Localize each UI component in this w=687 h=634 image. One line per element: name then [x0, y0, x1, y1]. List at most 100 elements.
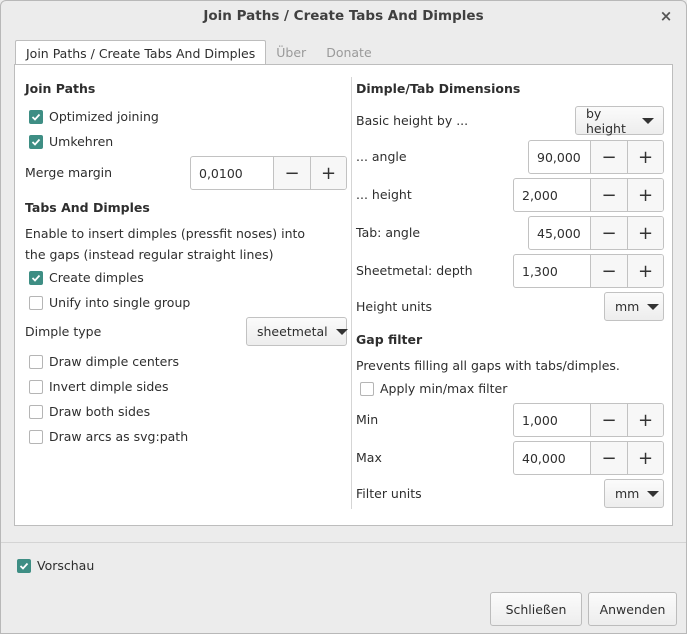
- tab-donate[interactable]: Donate: [316, 40, 381, 65]
- gap-filter-description: Prevents filling all gaps with tabs/dimp…: [356, 358, 620, 373]
- chevron-down-icon: [647, 303, 660, 310]
- tab-bar: Join Paths / Create Tabs And Dimples Übe…: [15, 40, 382, 66]
- merge-margin-input[interactable]: 0,0100: [191, 157, 274, 189]
- checkbox-unchecked-icon: [29, 295, 43, 310]
- draw-both-checkbox[interactable]: Draw both sides: [29, 404, 150, 419]
- height-spinner: 2,000 − +: [513, 178, 664, 212]
- unify-group-label: Unify into single group: [49, 295, 191, 310]
- filter-units-value: mm: [615, 486, 640, 501]
- dimple-type-dropdown[interactable]: sheetmetal: [246, 317, 348, 346]
- join-paths-heading: Join Paths: [25, 81, 96, 96]
- invert-sides-checkbox[interactable]: Invert dimple sides: [29, 379, 169, 394]
- umkehren-checkbox[interactable]: Umkehren: [29, 134, 113, 149]
- tab-angle-input[interactable]: 45,000: [529, 217, 591, 249]
- max-label: Max: [356, 450, 382, 465]
- basic-height-label: Basic height by ...: [356, 113, 469, 128]
- tabs-dimples-heading: Tabs And Dimples: [25, 200, 150, 215]
- min-label: Min: [356, 412, 379, 427]
- height-label: ... height: [356, 187, 412, 202]
- invert-sides-label: Invert dimple sides: [49, 379, 169, 394]
- apply-button[interactable]: Anwenden: [588, 592, 677, 626]
- tab-angle-label: Tab: angle: [356, 225, 421, 240]
- increment-button[interactable]: +: [627, 179, 663, 211]
- optimized-joining-label: Optimized joining: [49, 109, 159, 124]
- draw-arcs-checkbox[interactable]: Draw arcs as svg:path: [29, 429, 188, 444]
- increment-button[interactable]: +: [627, 255, 663, 287]
- sheetmetal-depth-label: Sheetmetal: depth: [356, 263, 473, 278]
- checkbox-unchecked-icon: [29, 379, 43, 394]
- height-units-dropdown[interactable]: mm: [604, 292, 664, 321]
- vorschau-checkbox[interactable]: Vorschau: [17, 558, 94, 573]
- tabs-dimples-description-1: Enable to insert dimples (pressfit noses…: [25, 226, 306, 241]
- sheetmetal-depth-spinner: 1,300 − +: [513, 254, 664, 288]
- window-title: Join Paths / Create Tabs And Dimples: [203, 8, 484, 24]
- checkbox-checked-icon: [29, 134, 43, 149]
- checkbox-unchecked-icon: [360, 381, 374, 396]
- filter-units-label: Filter units: [356, 486, 422, 501]
- decrement-button[interactable]: −: [591, 179, 627, 211]
- vorschau-label: Vorschau: [37, 558, 95, 573]
- optimized-joining-checkbox[interactable]: Optimized joining: [29, 109, 159, 124]
- increment-button[interactable]: +: [627, 442, 663, 474]
- dimple-type-label: Dimple type: [25, 324, 102, 339]
- draw-arcs-label: Draw arcs as svg:path: [49, 429, 189, 444]
- increment-button[interactable]: +: [627, 217, 663, 249]
- draw-centers-checkbox[interactable]: Draw dimple centers: [29, 354, 179, 369]
- close-button[interactable]: Schließen: [490, 592, 582, 626]
- increment-button[interactable]: +: [627, 141, 663, 173]
- decrement-button[interactable]: −: [591, 141, 627, 173]
- max-input[interactable]: 40,000: [514, 442, 591, 474]
- chevron-down-icon: [335, 328, 348, 335]
- apply-filter-label: Apply min/max filter: [380, 381, 508, 396]
- tab-angle-spinner: 45,000 − +: [528, 216, 664, 250]
- checkbox-unchecked-icon: [29, 354, 43, 369]
- footer-divider: [1, 542, 686, 543]
- chevron-down-icon: [647, 490, 660, 497]
- merge-margin-label: Merge margin: [25, 165, 113, 180]
- checkbox-unchecked-icon: [29, 429, 43, 444]
- decrement-button[interactable]: −: [591, 404, 627, 436]
- sheetmetal-depth-input[interactable]: 1,300: [514, 255, 591, 287]
- tab-join-paths[interactable]: Join Paths / Create Tabs And Dimples: [15, 40, 267, 66]
- tab-panel: Join Paths Optimized joining Umkehren Me…: [14, 64, 673, 526]
- column-divider: [351, 77, 352, 509]
- filter-units-dropdown[interactable]: mm: [604, 479, 664, 508]
- angle-label: ... angle: [356, 149, 407, 164]
- min-spinner: 1,000 − +: [513, 403, 664, 437]
- min-input[interactable]: 1,000: [514, 404, 591, 436]
- gap-filter-heading: Gap filter: [356, 332, 423, 347]
- tabs-dimples-description-2: the gaps (instead regular straight lines…: [25, 247, 274, 262]
- create-dimples-label: Create dimples: [49, 270, 144, 285]
- height-units-value: mm: [615, 299, 640, 314]
- title-bar: Join Paths / Create Tabs And Dimples ×: [1, 1, 686, 31]
- basic-height-dropdown[interactable]: by height: [575, 105, 664, 136]
- chevron-down-icon: [642, 117, 654, 124]
- height-input[interactable]: 2,000: [514, 179, 591, 211]
- dimple-type-value: sheetmetal: [257, 324, 328, 339]
- basic-height-value: by height: [586, 105, 626, 136]
- increment-button[interactable]: +: [310, 157, 346, 189]
- increment-button[interactable]: +: [627, 404, 663, 436]
- draw-centers-label: Draw dimple centers: [49, 354, 180, 369]
- decrement-button[interactable]: −: [591, 442, 627, 474]
- checkbox-checked-icon: [17, 558, 31, 573]
- height-units-label: Height units: [356, 299, 433, 314]
- dimensions-heading: Dimple/Tab Dimensions: [356, 81, 521, 96]
- decrement-button[interactable]: −: [591, 255, 627, 287]
- decrement-button[interactable]: −: [274, 157, 310, 189]
- tab-uber[interactable]: Über: [266, 40, 316, 65]
- checkbox-unchecked-icon: [29, 404, 43, 419]
- apply-filter-checkbox[interactable]: Apply min/max filter: [360, 381, 507, 396]
- unify-group-checkbox[interactable]: Unify into single group: [29, 295, 190, 310]
- decrement-button[interactable]: −: [591, 217, 627, 249]
- angle-input[interactable]: 90,000: [529, 141, 591, 173]
- dialog-window: Join Paths / Create Tabs And Dimples × J…: [0, 0, 687, 634]
- checkbox-checked-icon: [29, 109, 43, 124]
- angle-spinner: 90,000 − +: [528, 140, 664, 174]
- max-spinner: 40,000 − +: [513, 441, 664, 475]
- create-dimples-checkbox[interactable]: Create dimples: [29, 270, 144, 285]
- checkbox-checked-icon: [29, 270, 43, 285]
- close-icon[interactable]: ×: [656, 6, 676, 26]
- draw-both-label: Draw both sides: [49, 404, 151, 419]
- merge-margin-spinner: 0,0100 − +: [190, 156, 347, 190]
